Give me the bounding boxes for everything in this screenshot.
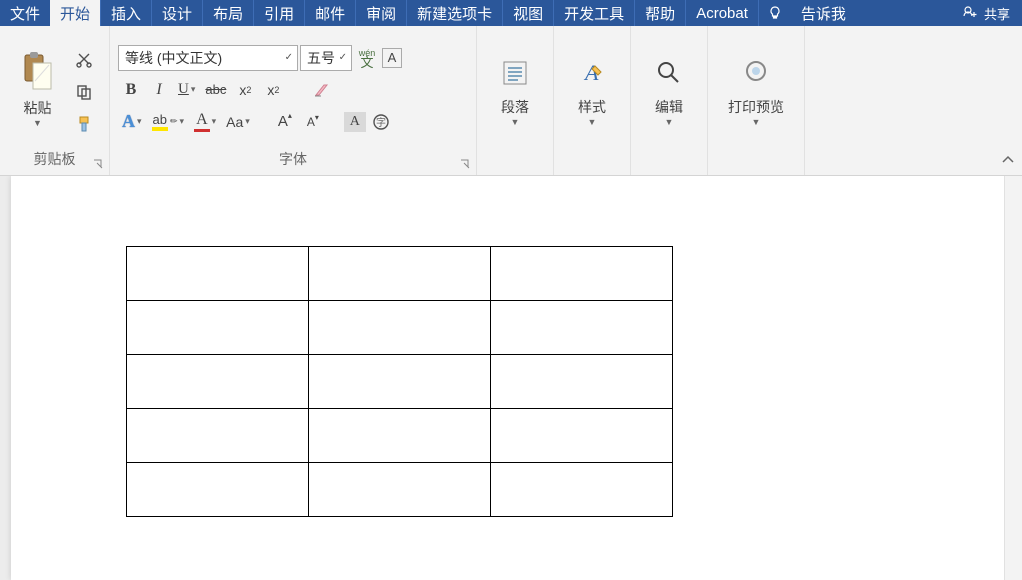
paragraph-button[interactable]: 段落 ▼	[485, 32, 545, 151]
subscript-button[interactable]: x2	[232, 77, 258, 103]
table-cell[interactable]	[491, 301, 673, 355]
table-cell[interactable]	[309, 409, 491, 463]
share-label: 共享	[984, 4, 1010, 23]
cut-button[interactable]	[71, 47, 97, 73]
tab-newtab[interactable]: 新建选项卡	[407, 0, 503, 26]
paragraph-icon	[498, 56, 532, 93]
tab-mailings[interactable]: 邮件	[305, 0, 356, 26]
tab-home[interactable]: 开始	[50, 0, 101, 26]
table-cell[interactable]	[309, 463, 491, 517]
table-cell[interactable]	[127, 301, 309, 355]
print-preview-label: 打印预览	[728, 97, 784, 117]
chevron-down-icon: ▼	[665, 117, 674, 127]
table-cell[interactable]	[491, 247, 673, 301]
group-print-preview: 打印预览 ▼	[708, 26, 805, 175]
strikethrough-button[interactable]: abc	[201, 77, 230, 103]
table-cell[interactable]	[127, 355, 309, 409]
shrink-font-button[interactable]: A▾	[300, 109, 326, 135]
paste-button[interactable]: 粘贴 ▼	[8, 32, 67, 147]
tab-help[interactable]: 帮助	[635, 0, 686, 26]
chevron-down-icon: ▼	[752, 117, 761, 127]
chevron-down-icon: ✓	[285, 52, 293, 63]
chevron-down-icon: ✓	[339, 52, 347, 63]
chevron-down-icon: ▼	[588, 117, 597, 127]
text-effects-button[interactable]: A▾	[118, 109, 146, 135]
grow-font-button[interactable]: A▴	[272, 109, 298, 135]
tab-view[interactable]: 视图	[503, 0, 554, 26]
phonetic-guide-button[interactable]: wén 文	[354, 45, 380, 71]
character-border-button[interactable]: A	[382, 48, 402, 68]
font-dialog-launcher[interactable]	[458, 157, 472, 171]
font-size-value: 五号	[307, 48, 335, 68]
tab-design[interactable]: 设计	[152, 0, 203, 26]
document-area	[0, 176, 1022, 580]
styles-label: 样式	[578, 97, 606, 117]
table-cell[interactable]	[127, 463, 309, 517]
styles-icon: A	[575, 56, 609, 93]
tab-dev[interactable]: 开发工具	[554, 0, 635, 26]
table-cell[interactable]	[309, 301, 491, 355]
share-button[interactable]: 共享	[950, 0, 1022, 26]
table-cell[interactable]	[127, 247, 309, 301]
underline-button[interactable]: U▾	[174, 77, 199, 103]
editing-label: 编辑	[655, 97, 683, 117]
group-font-label: 字体	[110, 147, 476, 173]
collapse-ribbon-button[interactable]	[1000, 152, 1016, 171]
tab-review[interactable]: 审阅	[356, 0, 407, 26]
highlight-button[interactable]: ab✏▾	[148, 109, 189, 135]
ribbon: 粘贴 ▼ 剪贴板	[0, 26, 1022, 176]
vertical-scrollbar[interactable]	[1004, 176, 1022, 580]
ribbon-tabbar: 文件 开始 插入 设计 布局 引用 邮件 审阅 新建选项卡 视图 开发工具 帮助…	[0, 0, 1022, 26]
paragraph-label: 段落	[501, 97, 529, 117]
font-name-combo[interactable]: 等线 (中文正文) ✓	[118, 45, 298, 71]
tell-me-button[interactable]: 告诉我	[791, 0, 856, 26]
enclose-characters-button[interactable]: 字	[368, 109, 394, 135]
tab-insert[interactable]: 插入	[101, 0, 152, 26]
table-cell[interactable]	[309, 355, 491, 409]
character-shading-button[interactable]: A	[344, 112, 366, 132]
clipboard-icon	[21, 51, 55, 94]
lightbulb-icon	[759, 0, 791, 26]
page[interactable]	[11, 176, 1011, 580]
font-name-value: 等线 (中文正文)	[125, 48, 222, 68]
group-editing: 编辑 ▼	[631, 26, 708, 175]
tab-acrobat[interactable]: Acrobat	[686, 0, 759, 26]
tab-layout[interactable]: 布局	[203, 0, 254, 26]
table-cell[interactable]	[491, 355, 673, 409]
font-color-button[interactable]: A▾	[190, 109, 220, 135]
share-icon	[962, 4, 978, 23]
group-font: 等线 (中文正文) ✓ 五号 ✓ wén 文 A B I	[110, 26, 477, 175]
editing-button[interactable]: 编辑 ▼	[639, 32, 699, 151]
styles-button[interactable]: A 样式 ▼	[562, 32, 622, 151]
table-cell[interactable]	[491, 409, 673, 463]
italic-button[interactable]: I	[146, 77, 172, 103]
group-styles: A 样式 ▼	[554, 26, 631, 175]
find-icon	[652, 56, 686, 93]
tab-references[interactable]: 引用	[254, 0, 305, 26]
chevron-down-icon: ▼	[33, 118, 42, 128]
change-case-button[interactable]: Aa▾	[222, 109, 254, 135]
paste-label: 粘贴	[24, 98, 52, 118]
group-paragraph: 段落 ▼	[477, 26, 554, 175]
group-clipboard: 粘贴 ▼ 剪贴板	[0, 26, 110, 175]
font-size-combo[interactable]: 五号 ✓	[300, 45, 352, 71]
chevron-down-icon: ▼	[511, 117, 520, 127]
print-preview-icon	[739, 56, 773, 93]
copy-button[interactable]	[71, 79, 97, 105]
table-cell[interactable]	[127, 409, 309, 463]
table-cell[interactable]	[491, 463, 673, 517]
clipboard-dialog-launcher[interactable]	[91, 157, 105, 171]
superscript-button[interactable]: x2	[260, 77, 286, 103]
table-cell[interactable]	[309, 247, 491, 301]
format-painter-button[interactable]	[71, 111, 97, 137]
print-preview-button[interactable]: 打印预览 ▼	[716, 32, 796, 151]
bold-button[interactable]: B	[118, 77, 144, 103]
tab-file[interactable]: 文件	[0, 0, 50, 26]
document-table[interactable]	[126, 246, 673, 517]
svg-text:字: 字	[376, 116, 386, 129]
clear-formatting-button[interactable]	[308, 77, 334, 103]
